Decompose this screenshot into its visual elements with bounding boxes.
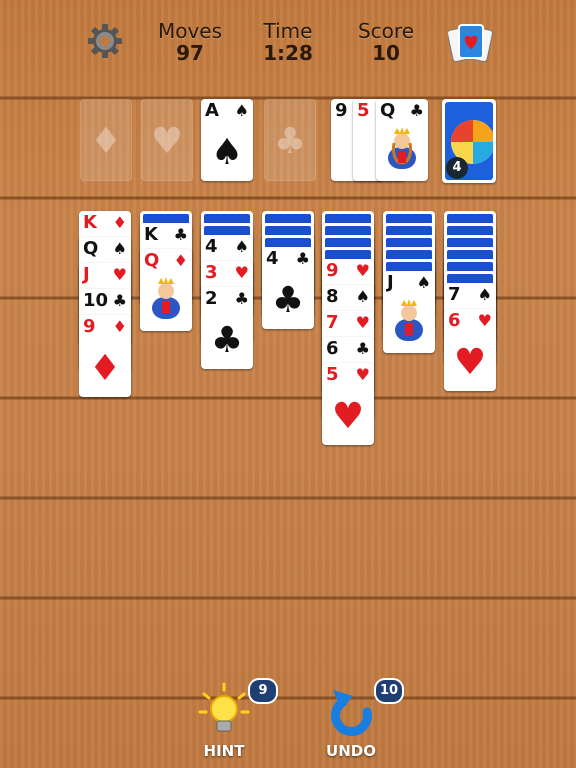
time-value: 1:28 [263, 41, 313, 65]
card-rank: 7 [448, 284, 461, 305]
card-rank: J [387, 272, 394, 293]
card-rank: A [205, 100, 219, 121]
heart-icon: ♥ [355, 313, 370, 332]
tableau-card[interactable]: J ♠ [383, 271, 435, 353]
spade-icon: ♠ [234, 101, 249, 120]
court-figure-icon [395, 299, 423, 341]
moves-label: Moves [157, 19, 223, 43]
card-rank: 7 [326, 312, 339, 333]
card-rank: Q [83, 238, 99, 259]
time-label: Time [263, 19, 313, 43]
deck-theme-icon[interactable] [446, 22, 494, 63]
card-rank: 10 [83, 290, 109, 311]
top-hud: Moves 97 Time 1:28 Score 10 [0, 0, 576, 80]
settings-gear-icon[interactable] [86, 22, 124, 60]
undo-button[interactable]: UNDO [322, 682, 380, 760]
tableau-card[interactable]: Q ♦ [140, 249, 192, 331]
waste-top-card[interactable]: Q ♣ [376, 99, 428, 181]
club-icon: ♣ [234, 289, 249, 308]
spade-icon: ♠ [416, 273, 431, 292]
moves-counter: Moves 97 [150, 20, 230, 64]
heart-icon: ♥ [150, 121, 184, 162]
heart-icon: ♥ [355, 261, 370, 280]
tableau-card[interactable]: 4 ♣ ♣ [262, 247, 314, 329]
foundation-club-slot[interactable]: ♣ [264, 99, 316, 181]
card-rank: K [83, 212, 97, 233]
time-counter: Time 1:28 [250, 20, 326, 64]
tableau-card[interactable]: 9 ♦ ♦ [79, 315, 131, 397]
heart-icon: ♥ [112, 265, 127, 284]
diamond-icon: ♦ [112, 317, 127, 336]
club-icon: ♣ [295, 249, 310, 268]
spade-icon: ♠ [210, 132, 244, 173]
heart-icon: ♥ [234, 263, 249, 282]
tableau-card[interactable]: 6 ♥ ♥ [444, 309, 496, 391]
club-icon: ♣ [210, 320, 244, 361]
card-rank: K [144, 224, 158, 245]
club-icon: ♣ [355, 339, 370, 358]
card-rank: 9 [335, 100, 348, 121]
score-counter: Score 10 [348, 20, 424, 64]
club-icon: ♣ [173, 225, 188, 244]
card-rank: Q [380, 100, 396, 121]
spade-icon: ♠ [355, 287, 370, 306]
hint-label: HINT [203, 742, 245, 760]
heart-icon: ♥ [331, 396, 365, 437]
hint-count-badge: 9 [248, 678, 278, 704]
heart-icon: ♥ [355, 365, 370, 384]
diamond-icon: ♦ [112, 213, 127, 232]
card-rank: 9 [326, 260, 339, 281]
card-rank: 2 [205, 288, 218, 309]
spade-icon: ♠ [477, 285, 492, 304]
diamond-icon: ♦ [173, 251, 188, 270]
diamond-icon: ♦ [89, 121, 123, 162]
card-rank: 8 [326, 286, 339, 307]
moves-value: 97 [176, 41, 204, 65]
heart-icon: ♥ [453, 342, 487, 383]
stock-count-badge: 4 [446, 157, 468, 179]
foundation-spade-card[interactable]: A ♠ ♠ [201, 99, 253, 181]
undo-label: UNDO [326, 742, 376, 760]
tableau-card[interactable]: 5 ♥ ♥ [322, 363, 374, 445]
spade-icon: ♠ [234, 237, 249, 256]
undo-arrow-icon [330, 690, 372, 737]
tableau-card[interactable]: 2 ♣ ♣ [201, 287, 253, 369]
undo-count-badge: 10 [374, 678, 404, 704]
card-rank: Q [144, 250, 160, 271]
heart-icon: ♥ [477, 311, 492, 330]
diamond-icon: ♦ [88, 348, 122, 389]
card-rank: 5 [357, 100, 370, 121]
lightbulb-icon [198, 682, 250, 732]
club-icon: ♣ [409, 101, 424, 120]
spade-icon: ♠ [112, 239, 127, 258]
club-icon: ♣ [271, 280, 305, 321]
card-rank: 6 [448, 310, 461, 331]
club-icon: ♣ [273, 121, 307, 162]
card-rank: 9 [83, 316, 96, 337]
stock-pile[interactable]: 4 [442, 99, 496, 183]
card-rank: 3 [205, 262, 218, 283]
score-value: 10 [372, 41, 400, 65]
court-figure-icon [152, 277, 180, 319]
card-rank: 5 [326, 364, 339, 385]
hint-button[interactable]: HINT [196, 682, 252, 760]
card-rank: 4 [205, 236, 218, 257]
foundation-diamond-slot[interactable]: ♦ [80, 99, 132, 181]
queen-portrait-icon [388, 127, 416, 169]
card-rank: J [83, 264, 90, 285]
score-label: Score [357, 19, 414, 43]
foundation-heart-slot[interactable]: ♥ [141, 99, 193, 181]
card-rank: 6 [326, 338, 339, 359]
card-rank: 4 [266, 248, 279, 269]
club-icon: ♣ [112, 291, 127, 310]
